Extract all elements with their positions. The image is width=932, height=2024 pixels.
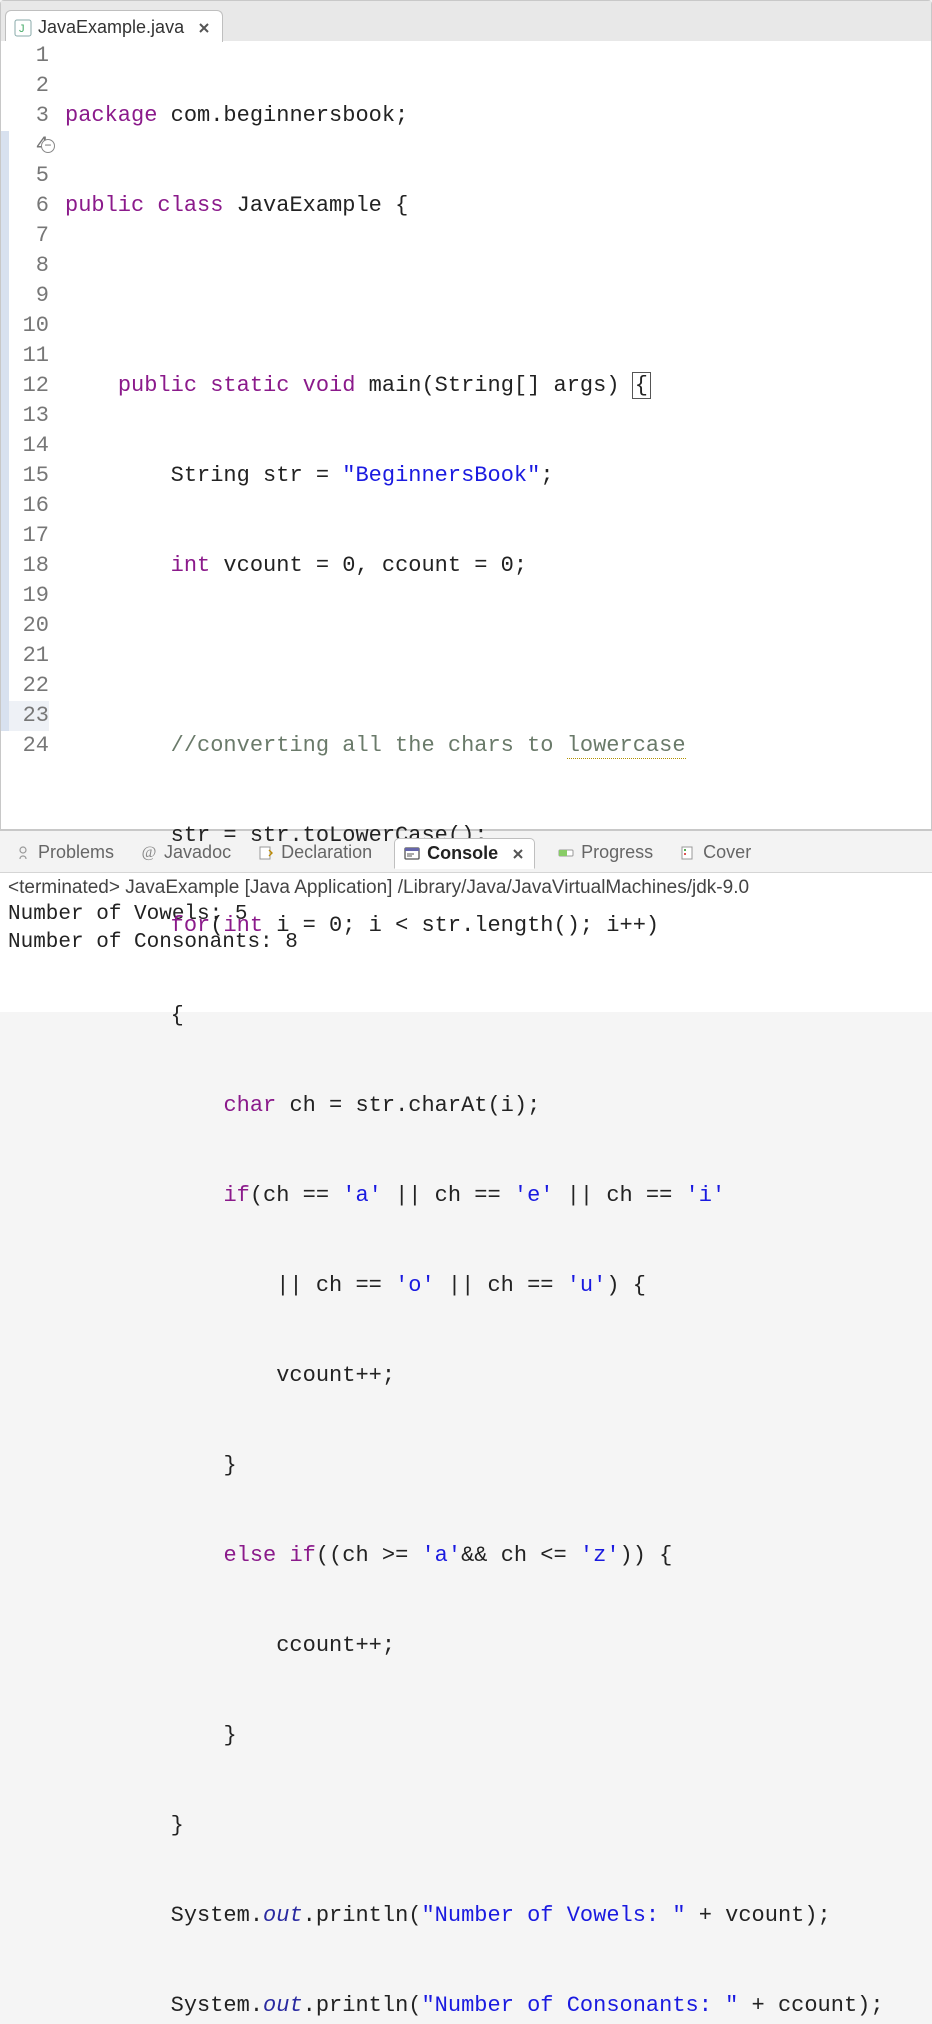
line-number: 1 xyxy=(1,41,49,71)
line-number-gutter: 1 2 3 4 − 5 6 7 8 9 10 11 12 13 14 15 16… xyxy=(1,41,59,829)
tab-console[interactable]: Console xyxy=(394,838,535,869)
spellcheck-warning: lowercase xyxy=(567,733,686,759)
close-icon[interactable] xyxy=(196,20,212,36)
editor-tab[interactable]: J JavaExample.java xyxy=(5,10,223,42)
matching-brace: { xyxy=(633,373,650,398)
line-number: 3 xyxy=(1,101,49,131)
method-highlight-bar xyxy=(1,131,9,731)
line-number: 4 − xyxy=(1,131,49,161)
code-editor[interactable]: 1 2 3 4 − 5 6 7 8 9 10 11 12 13 14 15 16… xyxy=(1,41,931,829)
line-number: 24 xyxy=(1,731,49,761)
line-number: 2 xyxy=(1,71,49,101)
fold-toggle-icon[interactable]: − xyxy=(41,139,55,153)
code-content[interactable]: package com.beginnersbook; public class … xyxy=(59,41,931,829)
java-file-icon: J xyxy=(14,19,32,37)
editor-pane: J JavaExample.java 1 2 3 4 − 5 6 7 8 9 1… xyxy=(0,0,932,830)
console-icon xyxy=(403,845,421,863)
close-icon[interactable] xyxy=(510,846,526,862)
svg-text:J: J xyxy=(19,23,25,35)
editor-tab-label: JavaExample.java xyxy=(38,17,184,38)
editor-tab-bar: J JavaExample.java xyxy=(1,1,931,41)
tab-label: Console xyxy=(427,843,498,864)
problems-icon xyxy=(14,844,32,862)
